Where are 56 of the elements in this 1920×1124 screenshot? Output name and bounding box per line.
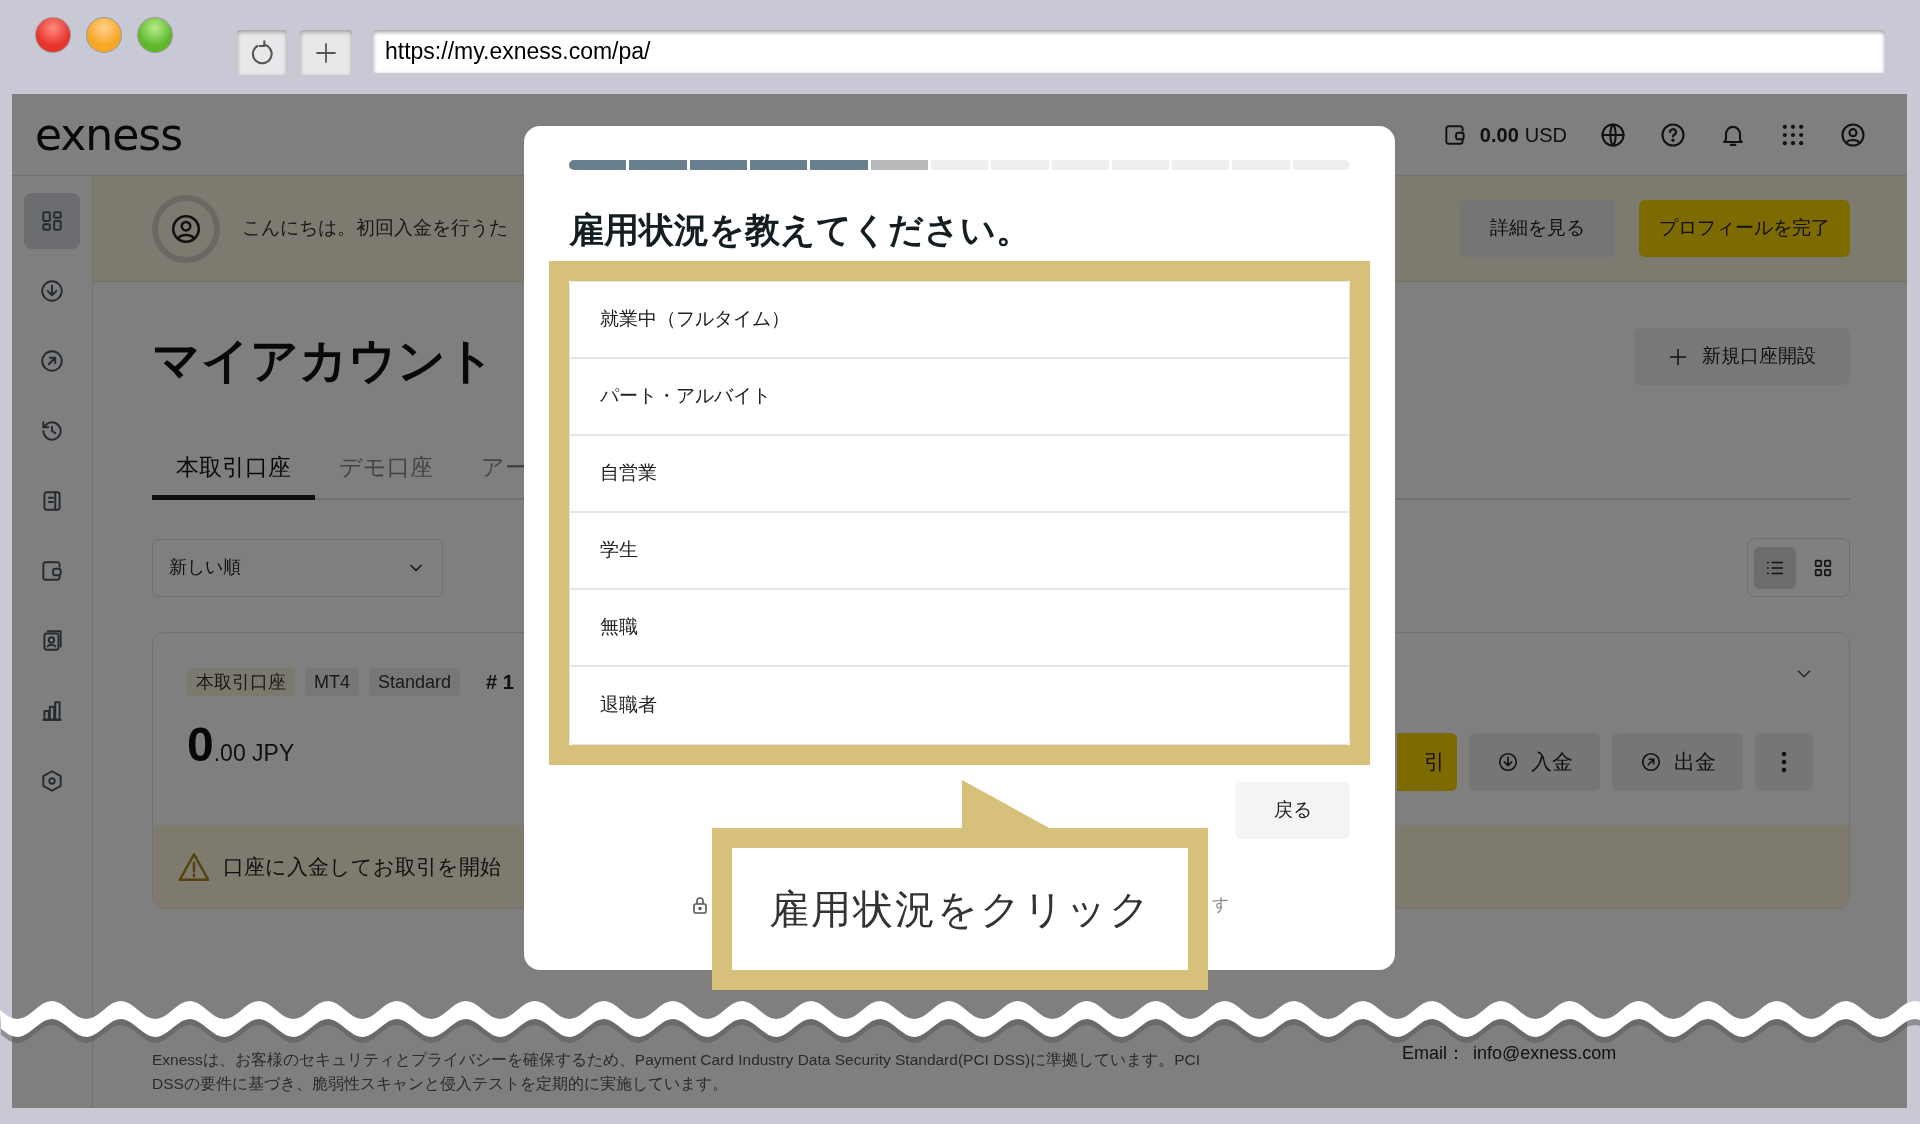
balance-decimals: .00 JPY — [213, 739, 295, 768]
account-number: # 1 — [486, 670, 514, 695]
balance-currency: USD — [1524, 122, 1567, 148]
globe-icon[interactable] — [1599, 120, 1627, 149]
warning-icon — [177, 850, 211, 883]
security-note: す — [1212, 894, 1229, 917]
list-view-button[interactable] — [1753, 546, 1796, 589]
option-item[interactable]: パート・アルバイト — [570, 359, 1349, 436]
history-icon — [39, 418, 65, 444]
upload-icon — [1639, 751, 1662, 773]
hexagon-icon — [39, 768, 65, 794]
dashboard-icon — [39, 208, 65, 234]
option-item[interactable]: 学生 — [570, 513, 1349, 590]
back-button[interactable]: 戻る — [1235, 782, 1350, 839]
dialog-title: 雇用状況を教えてください。 — [569, 209, 1032, 251]
warning-text: 口座に入金してお取引を開始 — [223, 853, 501, 880]
bar-chart-icon — [39, 698, 65, 724]
logo[interactable]: exness — [35, 112, 183, 157]
option-item[interactable]: 自営業 — [570, 436, 1349, 513]
new-tab-button[interactable] — [300, 30, 352, 75]
sidebar-item[interactable] — [24, 193, 80, 249]
withdraw-button[interactable]: 出金 — [1612, 733, 1743, 791]
balance-whole: 0 — [187, 721, 214, 769]
details-button[interactable]: 詳細を見る — [1460, 200, 1615, 257]
trade-button[interactable]: 引 — [1397, 733, 1457, 791]
new-account-button[interactable]: 新規口座開設 — [1634, 328, 1850, 385]
upload-icon — [39, 348, 65, 374]
plus-icon — [314, 40, 338, 65]
lock-icon — [692, 896, 708, 914]
complete-profile-button[interactable]: プロフィールを完了 — [1639, 200, 1850, 257]
balance-amount: 0.00 — [1479, 122, 1519, 148]
reload-button[interactable] — [237, 30, 287, 75]
callout-text: 雇用状況をクリック — [768, 886, 1152, 933]
greeting-text: こんにちは。初回入金を行うた — [242, 216, 508, 241]
email-label: Email： — [1402, 1042, 1465, 1065]
page-title: マイアカウント — [152, 336, 495, 385]
account-tag: MT4 — [305, 668, 359, 696]
wallet-icon — [39, 558, 65, 584]
tab[interactable]: 本取引口座 — [152, 440, 315, 500]
email-link[interactable]: info@exness.com — [1473, 1040, 1617, 1067]
window-control[interactable] — [35, 17, 71, 53]
address-bar[interactable]: https://my.exness.com/pa/ — [373, 30, 1885, 73]
deposit-button[interactable]: 入金 — [1469, 733, 1600, 791]
account-tag: 本取引口座 — [187, 668, 295, 696]
download-icon — [39, 278, 65, 304]
download-icon — [1496, 751, 1519, 773]
sort-dropdown[interactable]: 新しい順 — [152, 538, 443, 597]
option-item[interactable]: 就業中（フルタイム） — [570, 282, 1349, 359]
plus-icon — [1668, 346, 1688, 367]
more-icon — [1781, 751, 1787, 773]
help-icon[interactable] — [1659, 120, 1687, 149]
user-icon[interactable] — [1839, 120, 1867, 149]
security-notice: Exnessは、お客様のセキュリティとプライバシーを確保するため、Payment Card Industry Data Security Standard(PCI DSS)に準拠しています。PCI DSSの要件に基づき、脆弱性スキャンと侵入テストを定期的に実施しています。 — [152, 1050, 1202, 1094]
option-item[interactable]: 無職 — [570, 590, 1349, 667]
option-item[interactable]: 退職者 — [570, 667, 1349, 744]
account-tag: Standard — [369, 668, 461, 696]
